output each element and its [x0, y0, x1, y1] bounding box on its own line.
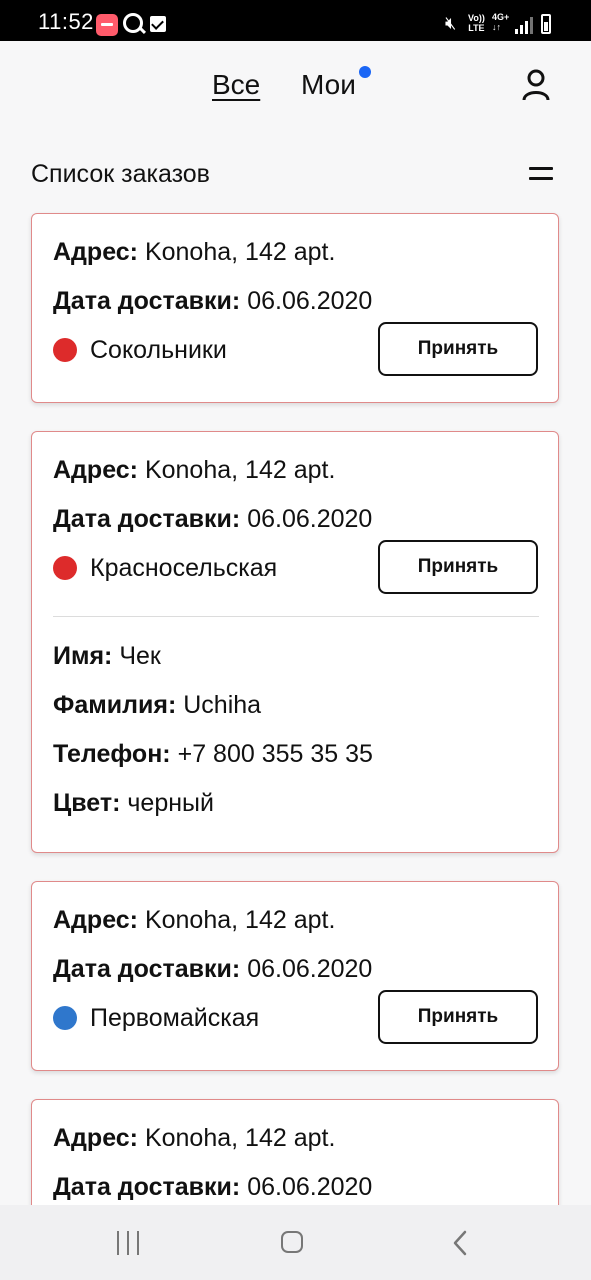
customer-phone-label: Телефон:: [53, 740, 171, 768]
delivery-date-row: Дата доставки: 06.06.2020: [53, 955, 372, 984]
customer-surname-label: Фамилия:: [53, 691, 177, 719]
metro-station: Красносельская: [90, 554, 278, 582]
delivery-date-value: 06.06.2020: [247, 1173, 373, 1201]
address-value: Konoha, 142 apt.: [144, 1124, 336, 1152]
back-icon[interactable]: [450, 1229, 470, 1257]
check-icon: [150, 16, 166, 32]
top-header: Все Мои: [0, 41, 591, 141]
network-indicator: 4G+ ↓↑: [492, 12, 509, 32]
address-label: Адрес:: [53, 1124, 138, 1152]
customer-surname-value: Uchiha: [183, 691, 262, 719]
delivery-date-row: Дата доставки: 06.06.2020: [53, 1173, 372, 1202]
tab-mine[interactable]: Мои: [301, 69, 356, 101]
accept-button[interactable]: Принять: [378, 540, 538, 594]
color-label: Цвет:: [53, 789, 121, 817]
menu-icon[interactable]: [529, 167, 553, 181]
address-value: Konoha, 142 apt.: [144, 906, 336, 934]
notification-dot: [359, 66, 371, 78]
delivery-date-row: Дата доставки: 06.06.2020: [53, 287, 372, 316]
status-bar: 11:52 🔇︎ Vo)) LTE 4G+ ↓↑: [0, 0, 591, 41]
address-label: Адрес:: [53, 238, 138, 266]
volte-indicator: Vo)) LTE: [468, 13, 485, 33]
delivery-date-value: 06.06.2020: [247, 955, 373, 983]
address-label: Адрес:: [53, 906, 138, 934]
network-line-1: 4G+: [492, 12, 510, 22]
station-color-dot: [53, 338, 77, 362]
customer-surname-row: Фамилия: Uchiha: [53, 691, 261, 720]
tab-all[interactable]: Все: [212, 69, 260, 101]
address-row: Адрес: Konoha, 142 apt.: [53, 1124, 335, 1153]
signal-icon: [515, 16, 533, 34]
station-color-dot: [53, 1006, 77, 1030]
order-card: Адрес: Konoha, 142 apt. Дата доставки: 0…: [31, 213, 559, 403]
address-value: Konoha, 142 apt.: [144, 238, 336, 266]
user-icon[interactable]: [522, 69, 550, 101]
order-list-title: Список заказов: [31, 160, 210, 188]
station-color-dot: [53, 556, 77, 580]
address-row: Адрес: Konoha, 142 apt.: [53, 456, 335, 485]
volte-line-1: Vo)): [468, 13, 485, 23]
volte-line-2: LTE: [468, 23, 485, 33]
details-divider: [53, 616, 539, 617]
mute-icon: 🔇︎: [445, 13, 457, 33]
accept-button[interactable]: Принять: [378, 322, 538, 376]
customer-name-label: Имя:: [53, 642, 113, 670]
metro-station: Первомайская: [90, 1004, 260, 1032]
delivery-date-label: Дата доставки:: [53, 505, 241, 533]
system-nav-bar: [0, 1205, 591, 1280]
order-card: Адрес: Konoha, 142 apt. Дата доставки: 0…: [31, 881, 559, 1071]
customer-phone-value: +7 800 355 35 35: [177, 740, 373, 768]
network-line-2: ↓↑: [492, 22, 501, 32]
customer-name-row: Имя: Чек: [53, 642, 161, 671]
address-row: Адрес: Konoha, 142 apt.: [53, 906, 335, 935]
delivery-date-label: Дата доставки:: [53, 287, 241, 315]
color-row: Цвет: черный: [53, 789, 214, 818]
status-time: 11:52: [38, 9, 94, 34]
delivery-date-label: Дата доставки:: [53, 955, 241, 983]
home-icon[interactable]: [281, 1231, 303, 1253]
address-label: Адрес:: [53, 456, 138, 484]
order-card-expanded: Адрес: Konoha, 142 apt. Дата доставки: 0…: [31, 431, 559, 853]
color-value: черный: [127, 789, 214, 817]
app-icon: [96, 14, 118, 36]
metro-station: Сокольники: [90, 336, 227, 364]
recent-apps-icon[interactable]: [117, 1231, 141, 1255]
customer-name-value: Чек: [119, 642, 161, 670]
delivery-date-label: Дата доставки:: [53, 1173, 241, 1201]
delivery-date-row: Дата доставки: 06.06.2020: [53, 505, 372, 534]
customer-phone-row: Телефон: +7 800 355 35 35: [53, 740, 373, 769]
delivery-date-value: 06.06.2020: [247, 505, 373, 533]
search-icon: [123, 13, 143, 33]
delivery-date-value: 06.06.2020: [247, 287, 373, 315]
address-value: Konoha, 142 apt.: [144, 456, 336, 484]
battery-icon: [541, 14, 551, 34]
address-row: Адрес: Konoha, 142 apt.: [53, 238, 335, 267]
accept-button[interactable]: Принять: [378, 990, 538, 1044]
